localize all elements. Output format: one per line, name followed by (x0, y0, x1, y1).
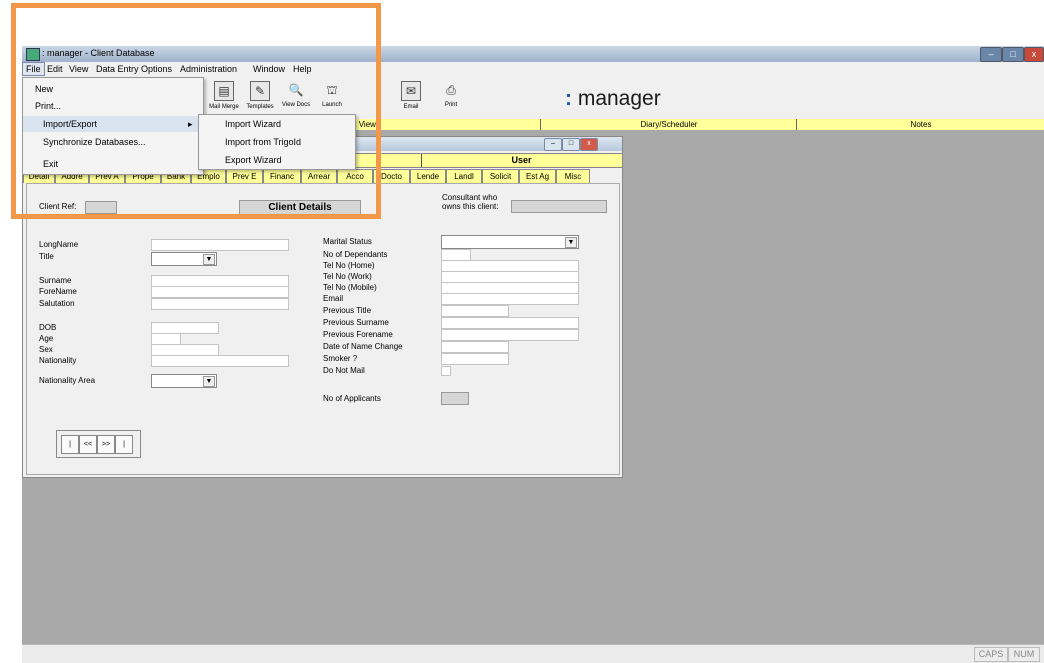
tab-notes[interactable]: Notes (796, 119, 1044, 130)
dob-label: DOB (39, 323, 57, 332)
close-button[interactable]: x (1024, 47, 1044, 62)
chevron-down-icon: ▼ (203, 254, 215, 265)
salutation-label: Salutation (39, 299, 75, 308)
details-panel: Client Ref: Client Details Consultant wh… (26, 183, 620, 475)
sex-label: Sex (39, 345, 53, 354)
previous-title-field[interactable] (441, 305, 509, 317)
minimize-button[interactable]: – (980, 47, 1002, 62)
email-field[interactable] (441, 293, 579, 305)
nationality-field[interactable] (151, 355, 289, 367)
previous-surname-label: Previous Surname (323, 318, 389, 327)
caps-indicator: CAPS (974, 647, 1008, 662)
email-icon: ✉ (401, 81, 421, 101)
last-record-button[interactable]: | (115, 435, 133, 454)
chevron-down-icon: ▼ (565, 237, 577, 248)
longname-field[interactable] (151, 239, 289, 251)
prev-record-button[interactable]: << (79, 435, 97, 454)
print-button[interactable]: ⎙ Print (434, 79, 468, 117)
salutation-field[interactable] (151, 298, 289, 310)
forename-label: ForeName (39, 287, 77, 296)
consultant-label-2: owns this client: (442, 202, 499, 211)
longname-label: LongName (39, 240, 79, 249)
consultant-field (511, 200, 607, 213)
name-change-date-field[interactable] (441, 341, 509, 353)
user-header: User (421, 154, 621, 167)
tab-lender[interactable]: Lende (410, 169, 446, 183)
age-label: Age (39, 334, 54, 343)
record-navigator: | << >> | (56, 430, 141, 458)
applicants-label: No of Applicants (323, 394, 381, 403)
printer-icon: ⎙ (446, 83, 456, 97)
num-indicator: NUM (1008, 647, 1040, 662)
tab-diary-scheduler[interactable]: Diary/Scheduler (540, 119, 797, 130)
brand-logo: : manager (565, 87, 661, 110)
surname-label: Surname (39, 276, 72, 285)
tel-work-label: Tel No (Work) (323, 272, 372, 281)
tab-estate-agent[interactable]: Est Ag (519, 169, 556, 183)
smoker-field[interactable] (441, 353, 509, 365)
email-button[interactable]: ✉ Email (394, 79, 428, 117)
dependants-label: No of Dependants (323, 250, 388, 259)
email-label: Email (323, 294, 344, 303)
marital-status-label: Marital Status (323, 237, 372, 246)
do-not-mail-checkbox[interactable] (441, 366, 451, 376)
nationality-label: Nationality (39, 356, 77, 365)
do-not-mail-label: Do Not Mail (323, 366, 365, 375)
previous-forename-label: Previous Forename (323, 330, 393, 339)
tel-home-label: Tel No (Home) (323, 261, 375, 270)
tab-solicitor[interactable]: Solicit (482, 169, 519, 183)
nationality-area-select[interactable]: ▼ (151, 374, 217, 388)
tab-misc[interactable]: Misc (556, 169, 590, 183)
child-close-button[interactable]: x (580, 138, 598, 151)
name-change-date-label: Date of Name Change (323, 342, 403, 351)
nationality-area-label: Nationality Area (39, 376, 96, 385)
title-label: Title (39, 252, 54, 261)
status-bar: CAPS NUM (22, 644, 1044, 663)
forename-field[interactable] (151, 286, 289, 298)
highlight-box (11, 3, 381, 219)
tel-mobile-label: Tel No (Mobile) (323, 283, 377, 292)
marital-status-select[interactable]: ▼ (441, 235, 579, 249)
applicants-field (441, 392, 469, 405)
first-record-button[interactable]: | (61, 435, 79, 454)
chevron-down-icon: ▼ (203, 376, 215, 387)
smoker-label: Smoker ? (323, 354, 358, 363)
title-select[interactable]: ▼ (151, 252, 217, 266)
tab-landlord[interactable]: Landl (446, 169, 482, 183)
child-minimize-button[interactable]: – (544, 138, 562, 151)
previous-title-label: Previous Title (323, 306, 372, 315)
previous-forename-field[interactable] (441, 329, 579, 341)
previous-surname-field[interactable] (441, 317, 579, 329)
child-maximize-button[interactable]: □ (562, 138, 580, 151)
next-record-button[interactable]: >> (97, 435, 115, 454)
maximize-button[interactable]: □ (1002, 47, 1024, 62)
